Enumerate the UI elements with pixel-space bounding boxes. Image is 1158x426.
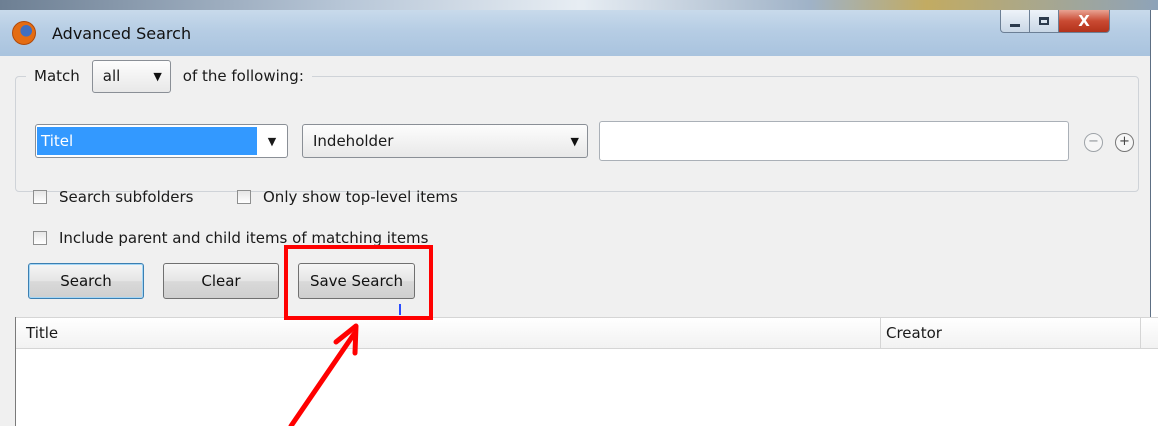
annotation-arrow [288, 323, 359, 426]
